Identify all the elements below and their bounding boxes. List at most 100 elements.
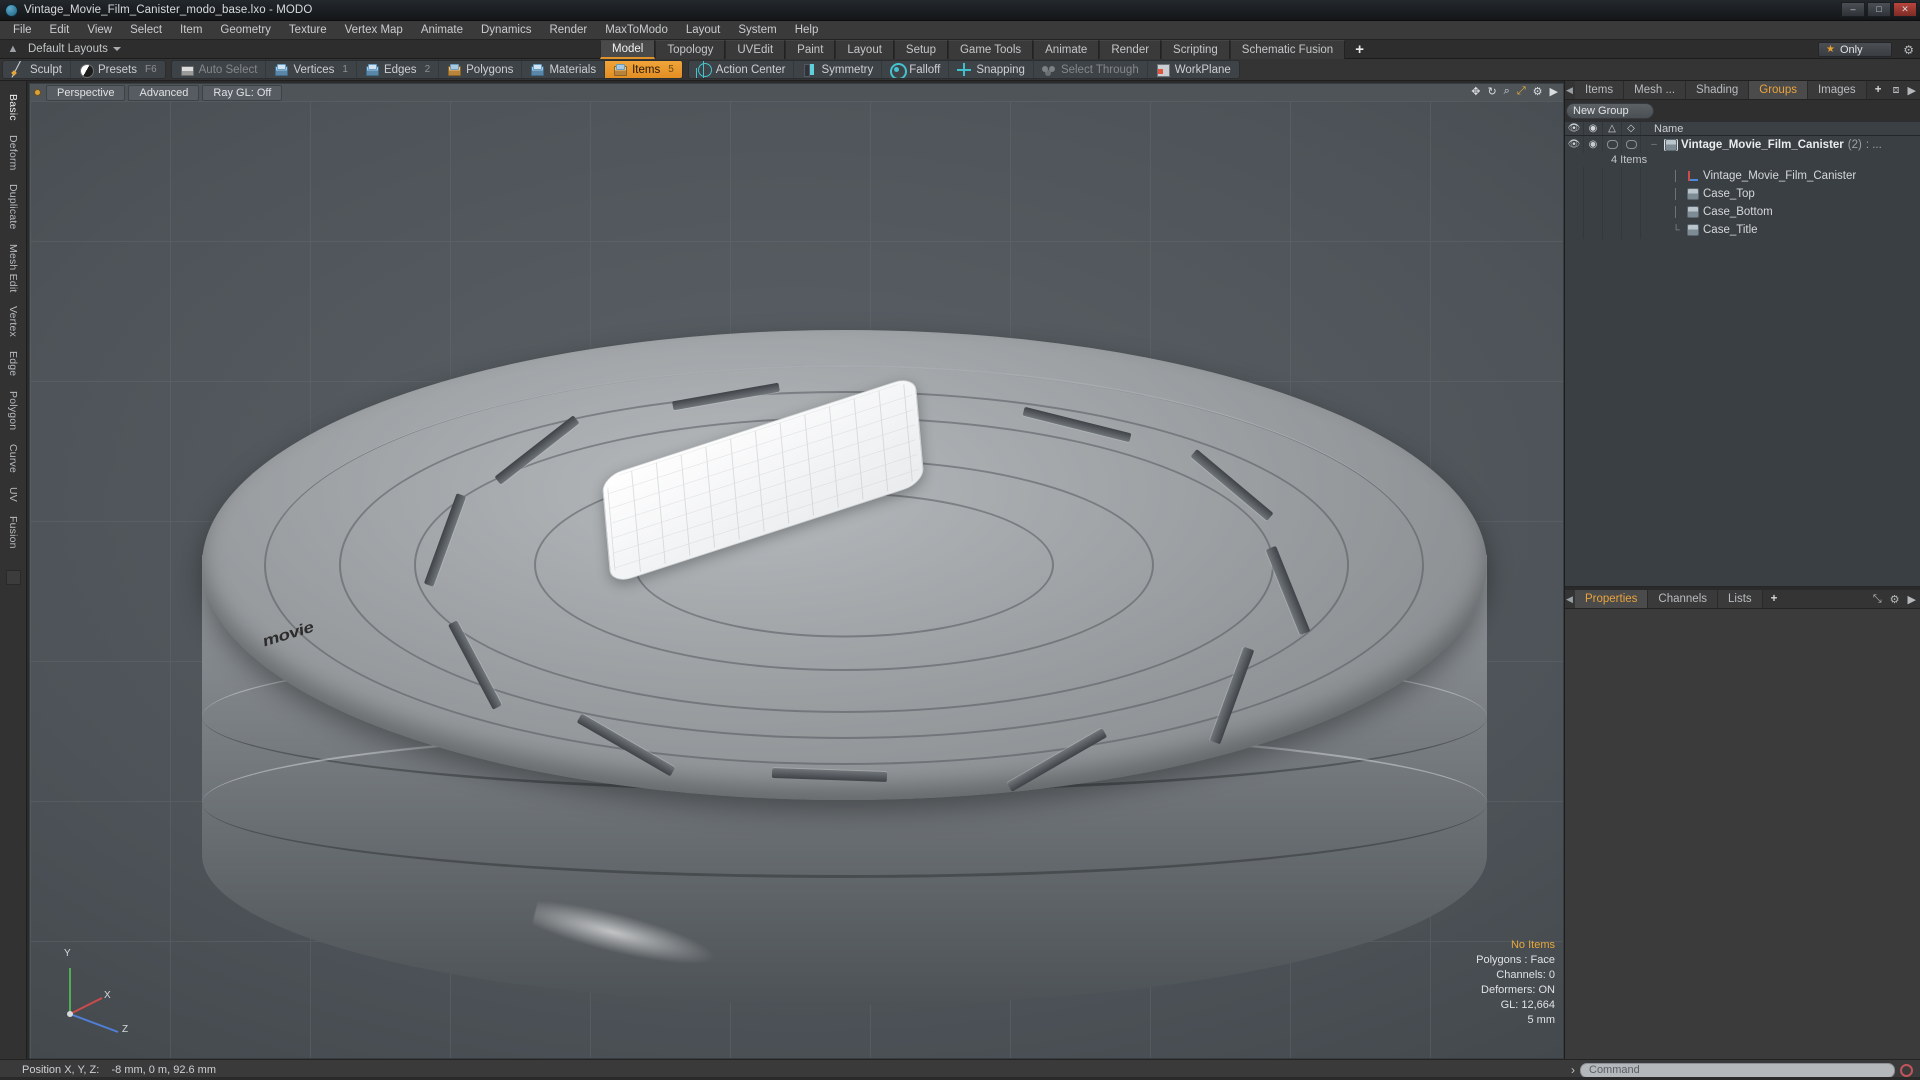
group-row[interactable]: 👁 ◉ – Vintage_Movie_Film_Canister (2) : … <box>1565 136 1920 153</box>
menu-edit[interactable]: Edit <box>41 22 79 38</box>
list-item[interactable]: . . . . │ Case_Top <box>1565 185 1920 203</box>
group-eye-icon[interactable]: 👁 <box>1565 136 1584 153</box>
layout-tab-layout[interactable]: Layout <box>835 40 894 59</box>
rail-item-uv[interactable]: UV <box>7 480 19 509</box>
menu-animate[interactable]: Animate <box>412 22 472 38</box>
panel-tab-groups[interactable]: Groups <box>1749 81 1808 99</box>
properties-tab-properties[interactable]: Properties <box>1575 590 1649 608</box>
select-through-button[interactable]: Select Through <box>1034 61 1148 78</box>
record-icon[interactable] <box>1900 1063 1913 1077</box>
menu-select[interactable]: Select <box>121 22 171 38</box>
list-item[interactable]: . . . . │ Case_Bottom <box>1565 203 1920 221</box>
close-button[interactable]: ✕ <box>1893 2 1917 17</box>
viewport-3d[interactable]: movie Y X Z No Items Polygons: Face Cha… <box>29 101 1564 1059</box>
menu-texture[interactable]: Texture <box>280 22 336 38</box>
rail-item-vertex[interactable]: Vertex <box>7 299 19 344</box>
item-lock-cell[interactable]: . <box>1603 167 1622 185</box>
symmetry-button[interactable]: Symmetry <box>794 61 883 78</box>
item-render-cell[interactable]: . <box>1584 167 1603 185</box>
item-render-cell[interactable]: . <box>1584 221 1603 239</box>
gear-icon[interactable]: ⚙ <box>1533 85 1543 98</box>
lock-shape-icon[interactable]: △ <box>1603 122 1622 135</box>
new-group-button[interactable]: New Group <box>1566 103 1654 119</box>
list-item[interactable]: . . . . │ Vintage_Movie_Film_Canister <box>1565 167 1920 185</box>
rail-item-basic[interactable]: Basic <box>7 87 19 128</box>
menu-item[interactable]: Item <box>171 22 211 38</box>
item-lock-cell[interactable]: . <box>1603 221 1622 239</box>
default-layouts-dropdown[interactable]: Default Layouts <box>22 42 127 56</box>
edges-button[interactable]: Edges 2 <box>357 61 440 78</box>
item-eye-cell[interactable]: . <box>1565 221 1584 239</box>
rail-item-duplicate[interactable]: Duplicate <box>7 177 19 237</box>
item-eye-cell[interactable]: . <box>1565 185 1584 203</box>
gear-icon[interactable]: ⚙ <box>1903 43 1914 57</box>
tree-expander-icon[interactable]: – <box>1647 139 1661 150</box>
render-visibility-icon[interactable]: ◉ <box>1584 122 1603 135</box>
panel-tab-images[interactable]: Images <box>1807 81 1867 99</box>
expand-icon[interactable]: ⤡ <box>1873 593 1882 606</box>
zoom-icon[interactable]: ⌕ <box>1504 85 1510 98</box>
layout-tab-paint[interactable]: Paint <box>785 40 836 59</box>
list-item[interactable]: . . . . └ Case_Title <box>1565 221 1920 239</box>
layout-tab-game-tools[interactable]: Game Tools <box>947 40 1034 59</box>
viewport-shading-button[interactable]: Advanced <box>128 84 200 101</box>
action-center-button[interactable]: Action Center <box>689 61 795 78</box>
presets-button[interactable]: Presets F6 <box>71 61 165 78</box>
item-render-cell[interactable]: . <box>1584 185 1603 203</box>
viewport-raygl-button[interactable]: Ray GL: Off <box>202 84 283 101</box>
group-render-icon[interactable]: ◉ <box>1584 136 1603 153</box>
move-icon[interactable]: ✥ <box>1471 85 1480 98</box>
menu-system[interactable]: System <box>729 22 785 38</box>
rail-item-polygon[interactable]: Polygon <box>7 384 19 437</box>
item-select-cell[interactable]: . <box>1622 221 1641 239</box>
workplane-button[interactable]: WorkPlane <box>1148 61 1239 78</box>
maximize-button[interactable]: □ <box>1867 2 1891 17</box>
viewport-projection-button[interactable]: Perspective <box>46 84 126 101</box>
expand-icon[interactable]: ⧈ <box>1893 84 1900 97</box>
group-item-list[interactable]: 👁 ◉ – Vintage_Movie_Film_Canister (2) : … <box>1565 136 1920 587</box>
layout-tab-scripting[interactable]: Scripting <box>1161 40 1230 59</box>
rail-item-mesh-edit[interactable]: Mesh Edit <box>7 237 19 300</box>
add-layout-tab-button[interactable]: + <box>1345 40 1374 59</box>
chevron-right-icon[interactable]: ▶ <box>1550 85 1558 98</box>
group-lock-toggle[interactable] <box>1603 136 1622 153</box>
chevron-right-icon[interactable]: ▶ <box>1908 84 1916 97</box>
chevron-right-icon[interactable]: ▶ <box>1908 593 1916 606</box>
item-render-cell[interactable]: . <box>1584 203 1603 221</box>
rail-item-deform[interactable]: Deform <box>7 128 19 178</box>
materials-button[interactable]: Materials <box>522 61 606 78</box>
properties-tab-channels[interactable]: Channels <box>1648 590 1719 608</box>
panel-tab-mesh[interactable]: Mesh ... <box>1624 81 1687 99</box>
items-button[interactable]: Items 5 <box>605 61 682 78</box>
menu-file[interactable]: File <box>4 22 41 38</box>
menu-vertex-map[interactable]: Vertex Map <box>336 22 412 38</box>
layout-tab-setup[interactable]: Setup <box>893 40 948 59</box>
panel-tab-shading[interactable]: Shading <box>1686 81 1750 99</box>
layout-tab-animate[interactable]: Animate <box>1033 40 1100 59</box>
item-select-cell[interactable]: . <box>1622 203 1641 221</box>
layout-tab-topology[interactable]: Topology <box>655 40 726 59</box>
auto-select-button[interactable]: Auto Select <box>172 61 267 78</box>
item-select-cell[interactable]: . <box>1622 167 1641 185</box>
item-eye-cell[interactable]: . <box>1565 203 1584 221</box>
chevron-left-icon[interactable]: ◀ <box>1566 85 1573 96</box>
properties-tab-lists[interactable]: Lists <box>1718 590 1763 608</box>
menu-render[interactable]: Render <box>540 22 596 38</box>
item-lock-cell[interactable]: . <box>1603 203 1622 221</box>
menu-maxtomodo[interactable]: MaxToModo <box>596 22 677 38</box>
rail-item-fusion[interactable]: Fusion <box>7 509 19 556</box>
rail-extra-button[interactable] <box>5 569 21 585</box>
command-input[interactable]: Command <box>1580 1062 1895 1078</box>
vertices-button[interactable]: Vertices 1 <box>266 61 357 78</box>
chevron-left-icon[interactable]: ◀ <box>1566 594 1573 605</box>
menu-geometry[interactable]: Geometry <box>211 22 280 38</box>
add-panel-tab-button[interactable]: + <box>1867 81 1890 99</box>
add-properties-tab-button[interactable]: + <box>1763 590 1786 608</box>
item-eye-cell[interactable]: . <box>1565 167 1584 185</box>
item-lock-cell[interactable]: . <box>1603 185 1622 203</box>
layout-tab-render[interactable]: Render <box>1099 40 1162 59</box>
menu-help[interactable]: Help <box>786 22 828 38</box>
falloff-button[interactable]: Falloff <box>882 61 950 78</box>
layout-tab-model[interactable]: Model <box>600 40 656 59</box>
group-select-toggle[interactable] <box>1622 136 1641 153</box>
